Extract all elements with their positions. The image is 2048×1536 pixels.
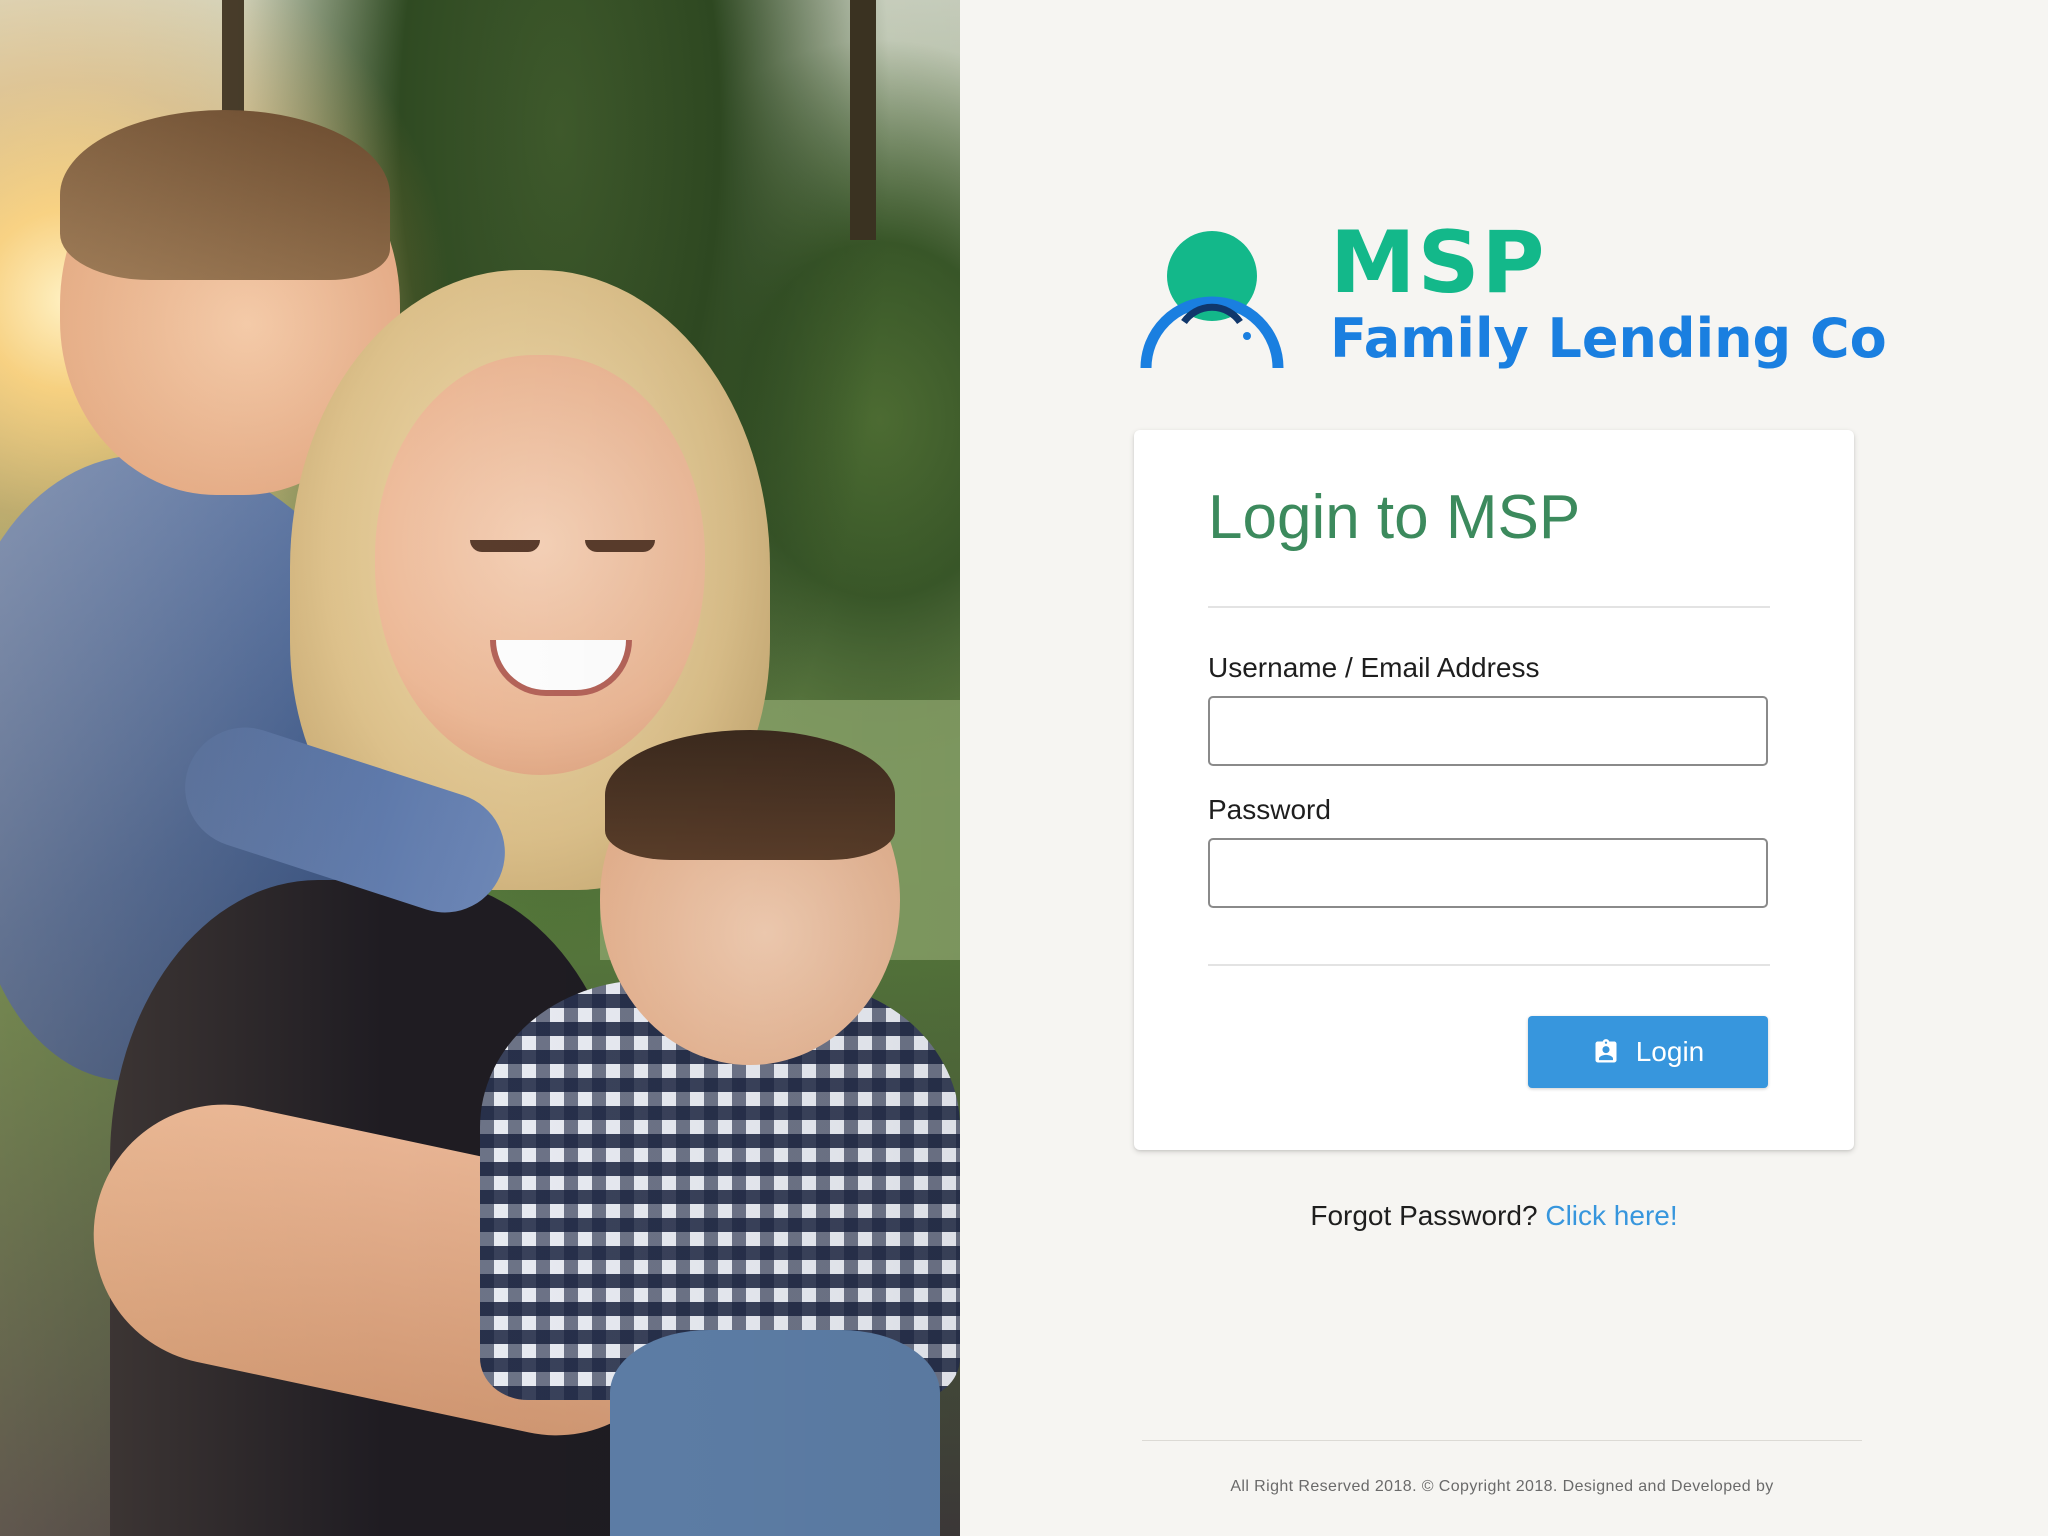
brand-header: MSP Family Lending Co <box>1140 213 1887 380</box>
password-label: Password <box>1208 794 1331 825</box>
brand-name: MSP <box>1330 213 1547 313</box>
title-divider <box>1208 606 1770 608</box>
login-button-label: Login <box>1635 1036 1705 1067</box>
username-label: Username / Email Address <box>1208 652 1540 683</box>
form-divider <box>1208 964 1770 966</box>
username-input[interactable] <box>1208 696 1768 766</box>
account-box-icon <box>1595 1039 1617 1063</box>
forgot-password-text: Forgot Password? <box>1310 1200 1546 1231</box>
hero-photo <box>0 0 960 1536</box>
password-input[interactable] <box>1208 838 1768 908</box>
footer-divider <box>1142 1440 1862 1441</box>
forgot-password-link[interactable]: Click here! <box>1545 1200 1677 1231</box>
login-button[interactable]: Login <box>1528 1016 1768 1088</box>
forgot-password-row: Forgot Password? Click here! <box>1134 1200 1854 1232</box>
person-arc-logo-icon <box>1140 231 1284 369</box>
photo-sunlight <box>0 0 960 1536</box>
login-title: Login to MSP <box>1208 483 1581 552</box>
login-card: Login to MSP Username / Email Address Pa… <box>1134 430 1854 1150</box>
footer-copyright: All Right Reserved 2018. © Copyright 201… <box>1230 1478 1774 1495</box>
brand-subtitle: Family Lending Co <box>1330 307 1887 370</box>
